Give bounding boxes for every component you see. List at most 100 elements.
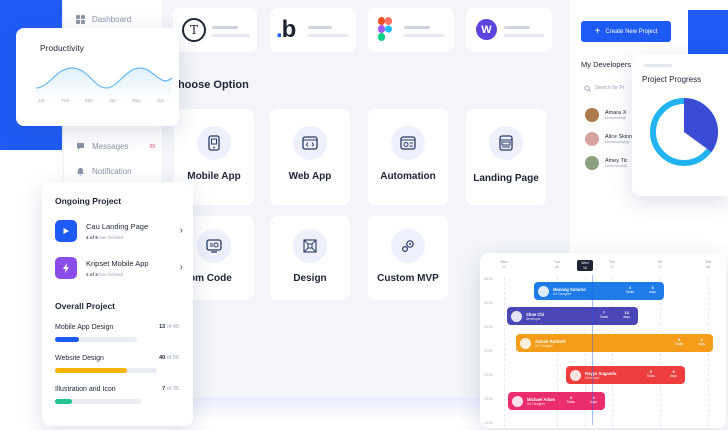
project-progress-card: Project Progress (632, 54, 728, 196)
app-tile-figma[interactable] (368, 8, 454, 52)
avatar (585, 132, 599, 146)
placeholder-line (504, 34, 544, 37)
progress-ring-slice (684, 98, 718, 152)
gantt-task-bar[interactable]: Zainah Rutherd UX Designer 5 Tasks 4 days (516, 334, 713, 352)
gear-settings-icon (391, 229, 425, 263)
gantt-day[interactable]: Thu 17 (604, 260, 620, 269)
gantt-stat: 5 Tasks (674, 337, 683, 346)
avatar (538, 285, 549, 297)
automation-icon (391, 126, 425, 160)
avatar (570, 369, 581, 381)
progress-bar (55, 399, 141, 404)
developer-row[interactable]: Alice Skinn ebowkuad@go (585, 132, 632, 146)
gantt-stat: 4 days (698, 337, 705, 346)
app-tile-typeform[interactable]: T (173, 8, 257, 52)
sidebar-item-label: Dashboard (92, 15, 132, 24)
layout-icon (489, 126, 523, 160)
gantt-task-bar[interactable]: Shoe Chi Developer 7 Tasks 13 days (507, 307, 638, 325)
productivity-card: Productivity Jan Feb Mar Apr May Jun (16, 28, 179, 126)
gantt-time-label: 12:00 (484, 373, 493, 377)
app-tile-bootstrap[interactable]: .b (270, 8, 356, 52)
gantt-day[interactable]: Tue 15 (549, 260, 565, 269)
chevron-right-icon: › (179, 262, 183, 273)
placeholder-line (504, 26, 530, 29)
developer-row[interactable]: Amey Tic buchevicar@ (585, 156, 628, 170)
project-progress-ring (650, 98, 718, 166)
messages-badge: 09 (149, 143, 156, 150)
option-tile-web-app[interactable]: Web App (270, 109, 350, 205)
sidebar-item-label: Notification (92, 167, 132, 176)
code-gear-icon (197, 229, 231, 263)
figma-logo (378, 17, 392, 41)
bootstrap-logo: .b (276, 16, 296, 43)
design-icon (293, 229, 327, 263)
avatar (585, 108, 599, 122)
option-label: Web App (288, 171, 332, 182)
sidebar-item-label: Messages (92, 142, 129, 151)
option-label: Mobile App (187, 171, 241, 182)
progress-fill (55, 399, 73, 404)
gantt-day[interactable]: Wed 16 (577, 260, 593, 271)
progress-fill (55, 368, 128, 373)
overall-item-mobile-app-design: Mobile App Design 13 of 45 (55, 324, 179, 342)
productivity-title: Productivity (40, 43, 84, 53)
option-tile-landing-page[interactable]: Landing Page (466, 109, 546, 205)
gantt-time-label: 13:00 (484, 397, 493, 401)
grid-icon (76, 15, 85, 24)
ongoing-item-cau-landing-page[interactable]: Cau Landing Page 4 of 5 has finished › (55, 220, 183, 244)
bell-icon (77, 168, 84, 176)
plus-icon: + (594, 25, 601, 37)
app-tile-webflow[interactable]: W (466, 8, 552, 52)
sidebar-item-notification[interactable]: Notification (76, 167, 132, 176)
placeholder-line (212, 26, 238, 29)
gantt-time-axis: 08:00 09:00 10:00 11:00 12:00 13:00 14:00 (484, 277, 498, 427)
avatar (511, 310, 522, 322)
search-icon (584, 84, 591, 92)
option-tile-custom-mvp[interactable]: Custom MVP (368, 216, 448, 300)
option-label: Custom MVP (377, 273, 439, 284)
gantt-stat: 5 days (649, 285, 656, 294)
gantt-stat: 5 days (670, 369, 677, 378)
sidebar-item-messages[interactable]: Messages 09 (76, 142, 155, 151)
overall-project-title: Overall Project (55, 301, 116, 311)
ongoing-project-card: Ongoing Project Cau Landing Page 4 of 5 … (42, 182, 193, 426)
option-tile-automation[interactable]: Automation (368, 109, 448, 205)
gantt-stat: 3 Tasks (566, 395, 575, 404)
option-tile-design[interactable]: Design (270, 216, 350, 300)
gantt-task-bar[interactable]: Manang Sutarno UX Designer 4 Tasks 5 days (534, 282, 664, 300)
gantt-time-label: 14:00 (484, 421, 493, 425)
gantt-stat: 7 Tasks (599, 310, 608, 319)
placeholder-line (212, 34, 250, 37)
sidebar-item-dashboard[interactable]: Dashboard (76, 15, 131, 24)
progress-bar (55, 337, 137, 342)
gantt-task-bar[interactable]: Rayya Sugandu Developer 5 Tasks 5 days (566, 366, 685, 384)
developer-row[interactable]: Amara Xebowkuad@ (585, 108, 626, 122)
code-window-icon (293, 126, 327, 160)
gantt-grid-line (504, 277, 505, 427)
progress-fill (55, 337, 79, 342)
avatar (520, 337, 531, 349)
gantt-grid-line (708, 277, 709, 427)
create-new-project-button[interactable]: + Create New Project (581, 21, 671, 42)
productivity-months: Jan Feb Mar Apr May Jun (38, 98, 164, 103)
ongoing-project-title: Ongoing Project (55, 196, 122, 206)
play-icon (55, 220, 77, 242)
gantt-card: Mon 14 Tue 15 Wed 16 Thu 17 Fri 17 Sat 18 08:00 09:0… (480, 253, 726, 428)
gantt-stat: 13 days (623, 310, 630, 319)
placeholder-line (404, 26, 430, 29)
placeholder-line (404, 34, 444, 37)
gantt-time-label: 08:00 (484, 277, 493, 281)
gantt-task-bar[interactable]: Michael Adam UX Designer 3 Tasks 4 days (508, 392, 605, 410)
gantt-day[interactable]: Fri 17 (652, 260, 668, 269)
ongoing-item-kripset-mobile-app[interactable]: Kripset Mobile App 2 of 3 has finished › (55, 257, 183, 281)
gantt-day[interactable]: Sat 18 (700, 260, 716, 269)
placeholder-line (308, 26, 332, 29)
chevron-right-icon: › (179, 225, 183, 236)
gantt-day[interactable]: Mon 14 (496, 260, 512, 269)
option-label: Landing Page (473, 173, 539, 184)
placeholder-line (644, 64, 672, 67)
gantt-time-label: 09:00 (484, 301, 493, 305)
webflow-logo: W (476, 19, 497, 40)
gantt-time-label: 10:00 (484, 325, 493, 329)
gantt-stat: 4 Tasks (625, 285, 634, 294)
